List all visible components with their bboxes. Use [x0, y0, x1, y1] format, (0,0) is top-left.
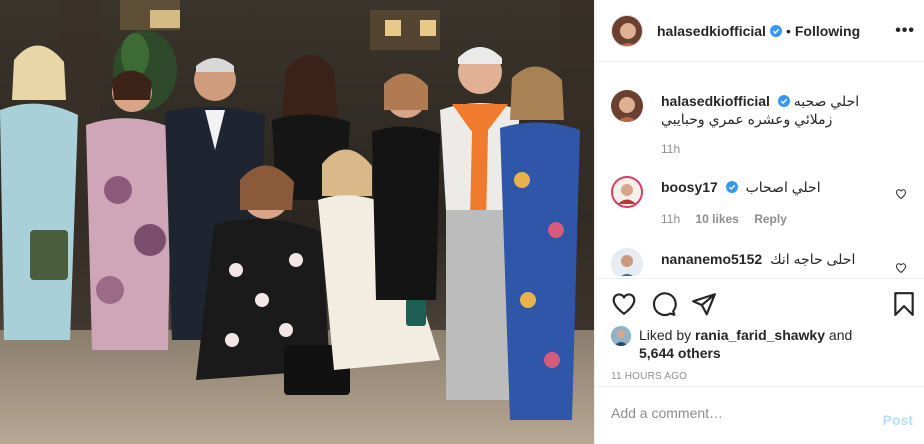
post-photo[interactable] — [0, 0, 594, 444]
comment-username[interactable]: nananemo5152 — [661, 251, 762, 267]
caption-avatar[interactable] — [611, 90, 643, 122]
comment-text: احلي اصحاب — [745, 179, 821, 195]
more-options-icon[interactable]: ••• — [895, 22, 915, 40]
bookmark-icon[interactable] — [891, 291, 917, 317]
author-avatar-image — [612, 15, 642, 46]
post-side-panel: halasedkiofficial • Following ••• halase… — [594, 0, 924, 444]
heart-icon[interactable] — [611, 291, 637, 317]
verified-badge-icon — [725, 181, 738, 193]
comment-input[interactable] — [611, 405, 861, 421]
author-username[interactable]: halasedkiofficial — [657, 23, 766, 39]
post-header: halasedkiofficial • Following ••• — [595, 0, 924, 62]
comment-username[interactable]: boosy17 — [661, 179, 718, 195]
caption-meta: 11h — [661, 142, 680, 156]
add-comment-bar: Post — [595, 386, 924, 444]
comment-text: احلى حاجه انك — [770, 251, 856, 267]
comment-avatar-image — [611, 248, 643, 276]
following-button[interactable]: Following — [795, 23, 860, 39]
caption-username[interactable]: halasedkiofficial — [661, 93, 770, 109]
liked-by-prefix: Liked by — [639, 327, 692, 343]
caption-avatar-image — [611, 90, 643, 122]
liked-by-and: and — [828, 327, 853, 343]
post-comment-button[interactable]: Post — [883, 412, 913, 428]
author-avatar[interactable] — [611, 14, 643, 47]
group-photo-illustration — [0, 0, 594, 444]
share-icon[interactable] — [691, 291, 717, 317]
comment-like-heart-icon[interactable] — [895, 262, 907, 274]
comment-avatar-image — [611, 176, 643, 208]
comment-icon[interactable] — [651, 291, 677, 317]
comment-item: boosy17 احلي اصحاب 11h 10 likes Reply — [611, 176, 911, 236]
instagram-post-view: halasedkiofficial • Following ••• halase… — [0, 0, 924, 444]
comment-likes[interactable]: 10 likes — [695, 212, 738, 226]
header-separator: • — [785, 22, 791, 39]
likes-text: Liked by rania_farid_shawky and 5,644 ot… — [639, 326, 919, 362]
comment-like-heart-icon[interactable] — [895, 188, 907, 200]
verified-badge-icon — [769, 24, 782, 37]
comment-body: nananemo5152 احلى حاجه انك — [661, 250, 901, 268]
comment-avatar[interactable] — [611, 176, 643, 208]
comment-body: boosy17 احلي اصحاب — [661, 178, 901, 196]
post-timestamp[interactable]: 11 HOURS AGO — [611, 371, 687, 382]
caption-item: halasedkiofficial احلي صحبه زملائي وعشره… — [611, 90, 911, 160]
caption-body: halasedkiofficial احلي صحبه زملائي وعشره… — [661, 92, 901, 128]
comments-list[interactable]: halasedkiofficial احلي صحبه زملائي وعشره… — [595, 62, 924, 276]
liked-by-others[interactable]: 5,644 others — [639, 345, 721, 361]
liked-by-user[interactable]: rania_farid_shawky — [695, 327, 825, 343]
comment-reply-button[interactable]: Reply — [754, 212, 787, 226]
verified-badge-icon — [777, 95, 790, 107]
comment-item: nananemo5152 احلى حاجه انك — [611, 248, 911, 276]
comment-meta: 11h 10 likes Reply — [661, 212, 787, 226]
caption-age[interactable]: 11h — [661, 142, 680, 156]
comment-age[interactable]: 11h — [661, 212, 680, 226]
liker-avatar[interactable] — [611, 326, 631, 346]
liker-avatar-image — [611, 326, 631, 346]
comment-avatar[interactable] — [611, 248, 643, 276]
